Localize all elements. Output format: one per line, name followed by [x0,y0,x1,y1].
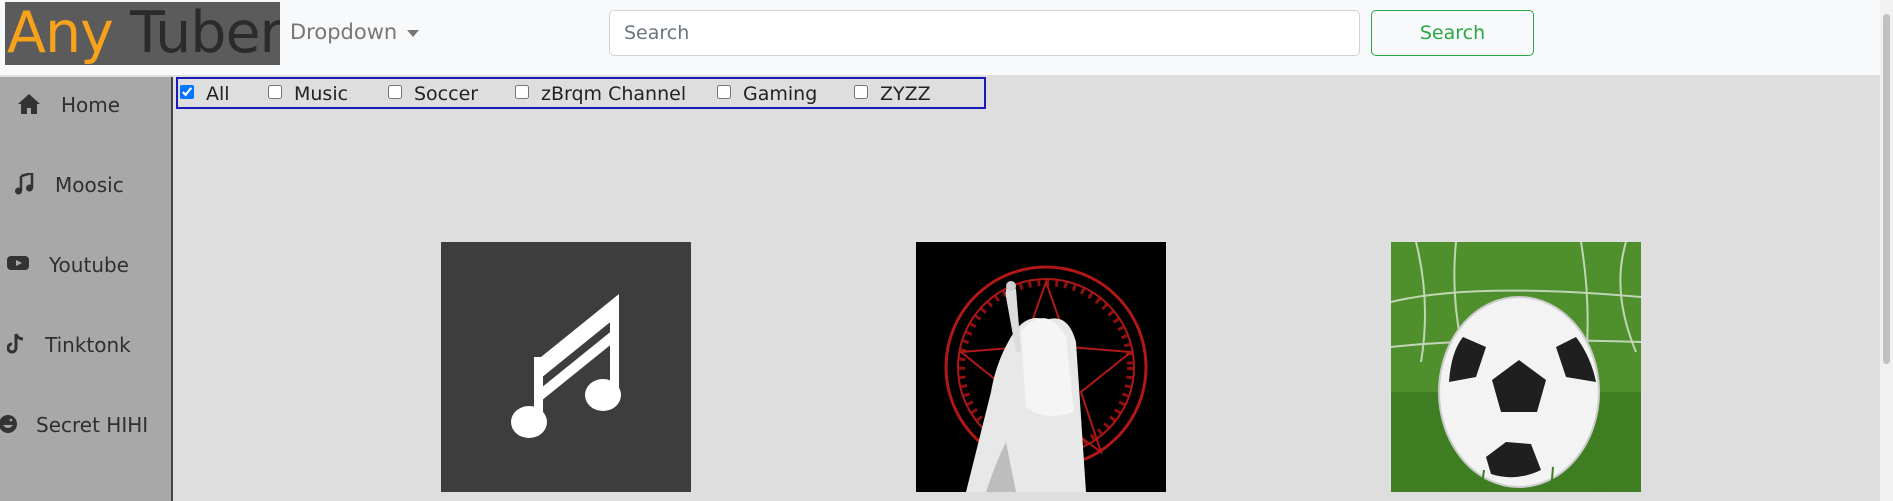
music-tile[interactable] [441,242,691,492]
tiktok-icon [6,333,25,360]
sidebar-item-tinktonk[interactable]: Tinktonk [0,325,171,365]
sidebar-item-label: Tinktonk [45,333,131,357]
soccer-tile[interactable] [1391,242,1641,492]
category-filter-bar: All Music Soccer zBrqm Channel Gaming ZY… [176,77,986,109]
sidebar-item-label: Secret HIHI [36,413,149,437]
dropdown-label: Dropdown [290,20,398,44]
filter-music-checkbox[interactable] [268,85,282,99]
sidebar-item-moosic[interactable]: Moosic [0,165,171,205]
youtube-icon [7,253,29,277]
sidebar-item-secret-hihi[interactable]: Secret HIHI [0,405,171,445]
sidebar-item-label: Home [61,93,121,117]
page-scrollbar[interactable] [1880,0,1893,501]
caret-down-icon [407,29,420,37]
music-note-icon [511,294,621,438]
soccer-ball-image [1391,242,1641,492]
filter-label: Soccer [414,83,479,105]
brand-logo[interactable]: Any Tubers [5,2,280,65]
brand-logo-any: Any [7,2,114,65]
brand-logo-tubers: Tubers [129,2,280,65]
filter-zyzz-checkbox[interactable] [854,85,868,99]
dropdown-menu-toggle[interactable]: Dropdown [290,20,420,44]
sidebar-item-home[interactable]: Home [0,85,171,125]
music-note-icon [14,171,34,200]
occult-figure-tile[interactable] [916,242,1166,492]
home-icon [17,93,41,120]
laughing-face-icon [0,413,18,440]
figure-image [944,265,1148,492]
filter-label: zBrqm Channel [541,83,687,105]
filter-label: All [206,83,230,105]
top-navbar: Any Tubers Dropdown Search [0,0,1880,75]
sidebar-item-label: Moosic [55,173,124,197]
sidebar-item-youtube[interactable]: Youtube [0,245,171,285]
filter-gaming-checkbox[interactable] [717,85,731,99]
filter-label: ZYZZ [880,83,931,105]
scrollbar-thumb[interactable] [1883,14,1890,364]
search-input[interactable] [609,10,1360,56]
sidebar-item-label: Youtube [49,253,129,277]
filter-soccer-checkbox[interactable] [388,85,402,99]
sidebar: Home Moosic Youtube Tinktonk Secret HIHI [0,77,173,501]
filter-label: Gaming [743,83,818,105]
filter-all-checkbox[interactable] [180,85,194,99]
search-button[interactable]: Search [1371,10,1534,56]
filter-zbrqm-channel-checkbox[interactable] [515,85,529,99]
filter-label: Music [294,83,349,105]
